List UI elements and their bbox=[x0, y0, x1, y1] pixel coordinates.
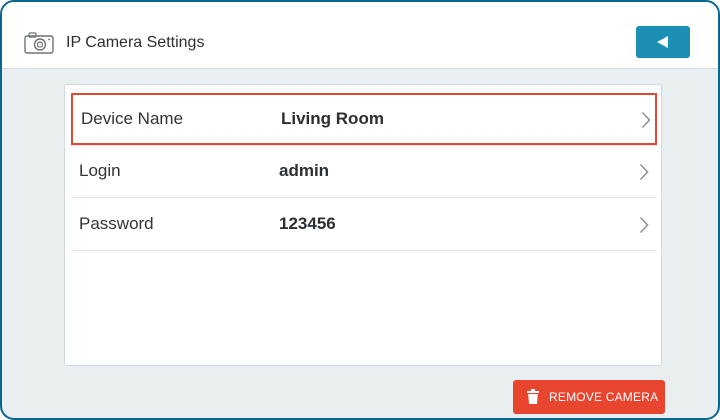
remove-camera-label: REMOVE CAMERA bbox=[549, 390, 659, 404]
remove-camera-button[interactable]: REMOVE CAMERA bbox=[513, 380, 665, 414]
app-header: IP Camera Settings bbox=[2, 2, 718, 69]
settings-panel: Device Name Living Room Login admin Pass… bbox=[64, 84, 662, 366]
setting-label: Device Name bbox=[81, 109, 184, 128]
chevron-right-icon bbox=[639, 216, 649, 234]
page-title: IP Camera Settings bbox=[66, 34, 205, 51]
chevron-right-icon bbox=[639, 163, 649, 181]
setting-label: Password bbox=[79, 214, 154, 233]
setting-value: 123456 bbox=[279, 214, 336, 233]
setting-row-login[interactable]: Login admin bbox=[71, 145, 657, 198]
setting-row-device-name[interactable]: Device Name Living Room bbox=[71, 93, 657, 145]
camera-icon bbox=[24, 32, 54, 54]
setting-value: Living Room bbox=[281, 109, 384, 128]
setting-value: admin bbox=[279, 161, 330, 180]
trash-icon bbox=[527, 389, 539, 404]
setting-row-password[interactable]: Password 123456 bbox=[71, 199, 657, 251]
chevron-right-icon bbox=[641, 111, 651, 129]
device-frame: IP Camera Settings Device Name Living Ro… bbox=[0, 0, 720, 420]
setting-label: Login bbox=[79, 161, 121, 180]
back-arrow-icon bbox=[657, 36, 668, 48]
back-button[interactable] bbox=[636, 26, 690, 58]
